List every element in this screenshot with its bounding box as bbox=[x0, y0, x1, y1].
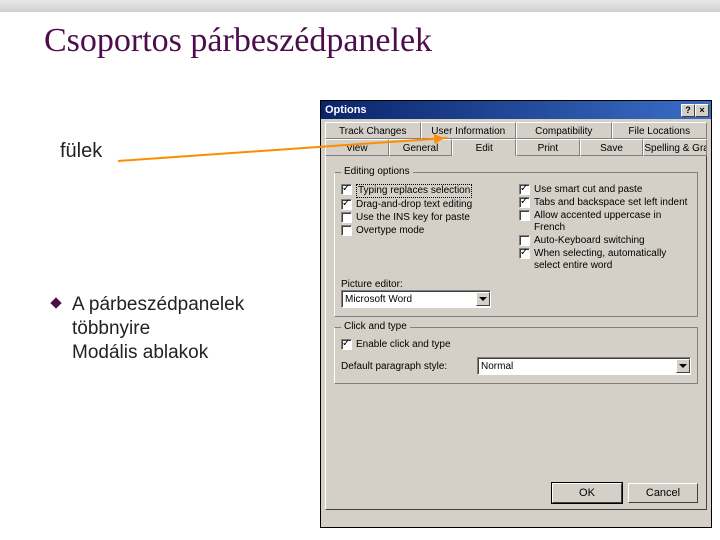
bullet-line-2: többnyire bbox=[72, 318, 150, 339]
picture-editor-label: Picture editor: bbox=[341, 279, 403, 290]
dialog-title: Options bbox=[325, 104, 367, 116]
chk-enable-click-type[interactable]: Enable click and type bbox=[341, 339, 691, 351]
help-button[interactable]: ? bbox=[681, 104, 695, 117]
checkbox-icon[interactable] bbox=[519, 197, 530, 208]
chevron-down-icon[interactable] bbox=[476, 292, 490, 306]
cancel-button[interactable]: Cancel bbox=[628, 483, 698, 503]
chk-drag-drop[interactable]: Drag-and-drop text editing bbox=[341, 199, 513, 211]
dropdown-value: Normal bbox=[481, 361, 513, 372]
options-dialog: Options ? × Track Changes User Informati… bbox=[320, 100, 712, 528]
default-para-label: Default paragraph style: bbox=[341, 361, 471, 372]
chk-label: Drag-and-drop text editing bbox=[356, 199, 472, 211]
group-editing-options: document.currentScript.parentElement.set… bbox=[334, 172, 698, 317]
chk-typing-replaces[interactable]: Typing replaces selection bbox=[341, 184, 513, 198]
close-button[interactable]: × bbox=[695, 104, 709, 117]
chk-label: Allow accented uppercase in French bbox=[534, 210, 691, 234]
tab-print[interactable]: Print bbox=[516, 139, 580, 156]
dropdown-value: Microsoft Word bbox=[345, 294, 412, 305]
tab-strip: Track Changes User Information Compatibi… bbox=[325, 122, 707, 156]
tab-edit[interactable]: Edit bbox=[452, 139, 516, 156]
chk-ins-paste[interactable]: Use the INS key for paste bbox=[341, 212, 513, 224]
ok-button[interactable]: OK bbox=[552, 483, 622, 503]
checkbox-icon[interactable] bbox=[341, 339, 352, 350]
checkbox-icon[interactable] bbox=[341, 225, 352, 236]
bullet-line-3: Modális ablakok bbox=[72, 342, 208, 363]
slide-top-bar bbox=[0, 0, 720, 12]
checkbox-icon[interactable] bbox=[341, 184, 352, 195]
chk-auto-keyboard[interactable]: Auto-Keyboard switching bbox=[519, 235, 691, 247]
tab-spelling-grammar[interactable]: Spelling & Grammar bbox=[643, 139, 707, 156]
tab-save[interactable]: Save bbox=[580, 139, 644, 156]
group-click-and-type: document.currentScript.parentElement.set… bbox=[334, 327, 698, 384]
bullet-diamond-icon bbox=[50, 297, 61, 308]
chk-label: When selecting, automatically select ent… bbox=[534, 248, 691, 272]
checkbox-icon[interactable] bbox=[519, 248, 530, 259]
tab-panel-edit: document.currentScript.parentElement.set… bbox=[325, 156, 707, 510]
chk-label: Use the INS key for paste bbox=[356, 212, 470, 224]
chk-tabs-backspace[interactable]: Tabs and backspace set left indent bbox=[519, 197, 691, 209]
dialog-titlebar[interactable]: Options ? × bbox=[321, 101, 711, 119]
checkbox-icon[interactable] bbox=[519, 210, 530, 221]
tab-compatibility[interactable]: Compatibility bbox=[516, 122, 612, 139]
chevron-down-icon[interactable] bbox=[676, 359, 690, 373]
chk-label: Use smart cut and paste bbox=[534, 184, 642, 196]
chk-accented-french[interactable]: Allow accented uppercase in French bbox=[519, 210, 691, 234]
checkbox-icon[interactable] bbox=[519, 235, 530, 246]
chk-label: Typing replaces selection bbox=[356, 184, 472, 198]
chk-label: Enable click and type bbox=[356, 339, 451, 351]
chk-label: Overtype mode bbox=[356, 225, 424, 237]
picture-editor-dropdown[interactable]: Microsoft Word bbox=[341, 290, 491, 308]
checkbox-icon[interactable] bbox=[341, 199, 352, 210]
chk-overtype[interactable]: Overtype mode bbox=[341, 225, 513, 237]
slide-title: Csoportos párbeszédpanelek bbox=[44, 22, 720, 60]
bullet-item: A párbeszédpanelek többnyire Modális abl… bbox=[60, 293, 300, 364]
chk-label: Tabs and backspace set left indent bbox=[534, 197, 687, 209]
chk-label: Auto-Keyboard switching bbox=[534, 235, 645, 247]
chk-smart-cut-paste[interactable]: Use smart cut and paste bbox=[519, 184, 691, 196]
default-paragraph-dropdown[interactable]: Normal bbox=[477, 357, 691, 375]
tab-track-changes[interactable]: Track Changes bbox=[325, 122, 421, 139]
chk-select-entire-word[interactable]: When selecting, automatically select ent… bbox=[519, 248, 691, 272]
bullet-line-1: A párbeszédpanelek bbox=[72, 294, 244, 315]
checkbox-icon[interactable] bbox=[519, 184, 530, 195]
checkbox-icon[interactable] bbox=[341, 212, 352, 223]
tab-file-locations[interactable]: File Locations bbox=[612, 122, 708, 139]
